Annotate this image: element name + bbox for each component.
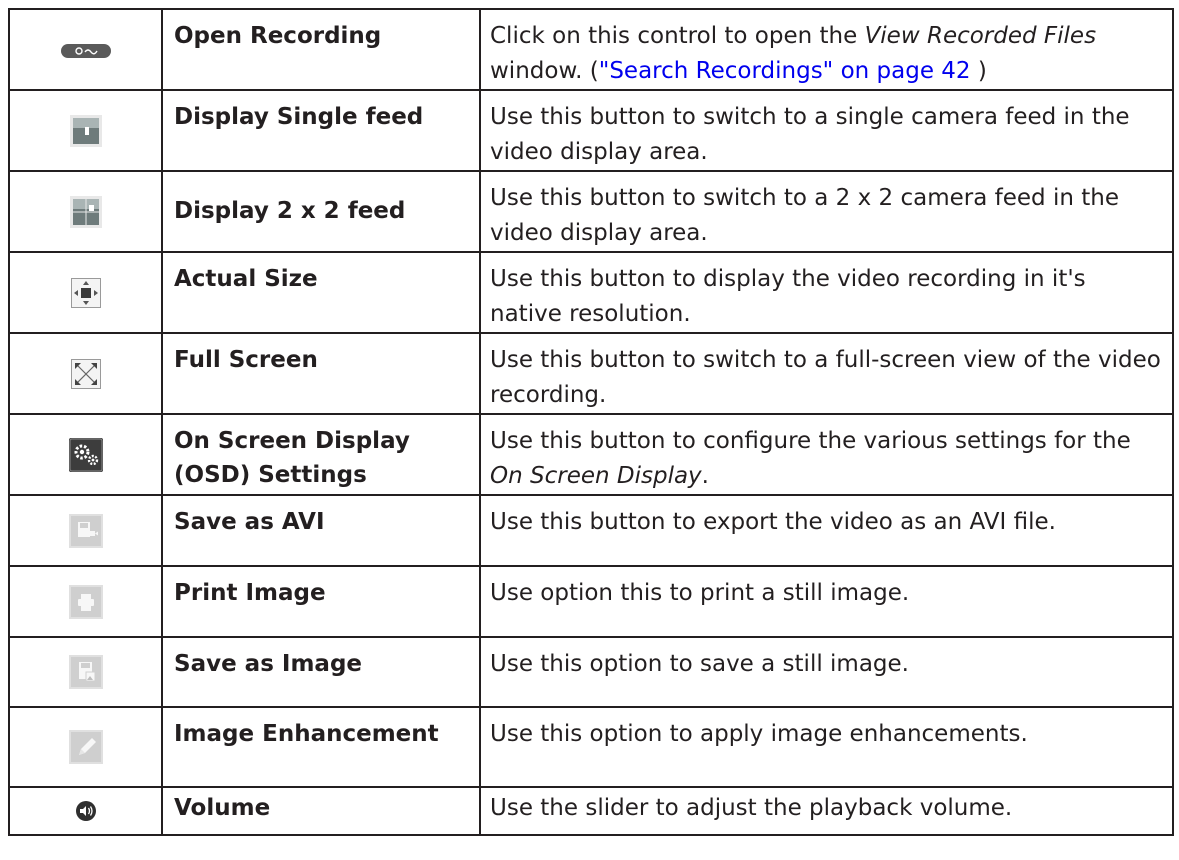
row-name: Open Recording [161,8,481,91]
table-row: On Screen Display (OSD) Settings Use thi… [8,413,1174,496]
table-row: Actual Size Use this button to display t… [8,251,1174,334]
actual-size-icon [70,277,101,308]
row-description: Use the slider to adjust the playback vo… [479,786,1174,836]
row-description: Click on this control to open the View R… [479,8,1174,91]
row-name: Save as AVI [161,494,481,567]
open-recording-icon [60,43,111,58]
row-name: Display 2 x 2 feed [161,170,481,253]
row-name: Save as Image [161,636,481,708]
row-description: Use this option to save a still image. [479,636,1174,708]
row-name: Full Screen [161,332,481,415]
quad-feed-icon [69,195,102,228]
row-name: Image Enhancement [161,706,481,788]
row-name: Print Image [161,565,481,638]
row-name: Display Single feed [161,89,481,172]
row-description: Use this button to configure the various… [479,413,1174,496]
table-row: Full Screen Use this button to switch to… [8,332,1174,415]
table-row: Save as Image Use this option to save a … [8,636,1174,708]
osd-settings-icon [68,437,103,472]
table-row: Print Image Use option this to print a s… [8,565,1174,638]
full-screen-icon [70,358,101,389]
single-feed-icon [69,114,102,147]
table-row: Image Enhancement Use this option to app… [8,706,1174,788]
row-name: Volume [161,786,481,836]
row-description: Use this button to switch to a single ca… [479,89,1174,172]
row-description: Use this button to display the video rec… [479,251,1174,334]
table-row: Open Recording Click on this control to … [8,8,1174,91]
controls-table: Open Recording Click on this control to … [8,8,1174,836]
table-row: Save as AVI Use this button to export th… [8,494,1174,567]
pencil-icon [68,730,103,764]
volume-icon [75,800,97,822]
row-name: On Screen Display (OSD) Settings [161,413,481,496]
table-row: Volume Use the slider to adjust the play… [8,786,1174,836]
search-recordings-link[interactable]: "Search Recordings" on page 42 [599,58,971,84]
row-description: Use this button to switch to a full-scre… [479,332,1174,415]
row-name: Actual Size [161,251,481,334]
row-description: Use this button to switch to a 2 x 2 cam… [479,170,1174,253]
row-description: Use this option to apply image enhanceme… [479,706,1174,788]
save-image-icon [68,655,103,689]
table-row: Display Single feed Use this button to s… [8,89,1174,172]
save-avi-icon [68,513,103,548]
print-icon [68,584,103,619]
row-description: Use option this to print a still image. [479,565,1174,638]
table-row: Display 2 x 2 feed Use this button to sw… [8,170,1174,253]
row-description: Use this button to export the video as a… [479,494,1174,567]
